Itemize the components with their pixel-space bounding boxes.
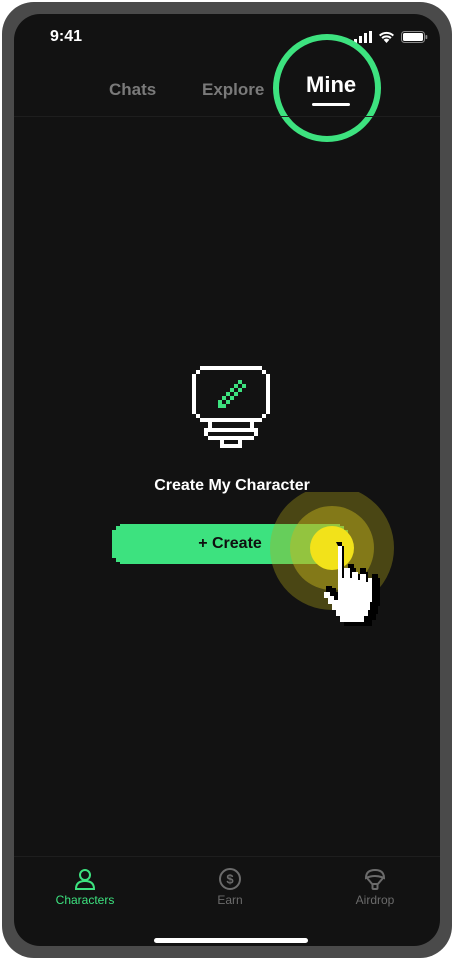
status-bar: 9:41 [14, 14, 440, 64]
tab-highlight-ring [273, 34, 381, 142]
signal-icon [354, 31, 372, 43]
tab-chats[interactable]: Chats [109, 80, 156, 100]
pixel-monitor-pencil-icon [192, 366, 270, 448]
tab-explore[interactable]: Explore [202, 80, 264, 100]
create-button-label: + Create [198, 535, 262, 552]
nav-item-earn[interactable]: $ Earn [175, 867, 285, 907]
tap-gesture-hand-icon [270, 492, 394, 626]
user-icon [74, 869, 96, 890]
bottom-nav: Characters $ Earn Airdrop [14, 857, 440, 917]
nav-item-characters[interactable]: Characters [30, 867, 140, 907]
dollar-coin-icon: $ [219, 868, 241, 890]
create-character-button[interactable]: + Create [112, 524, 348, 564]
app-screen: 9:41 Chats Explore Mine Create My Charac… [14, 14, 440, 946]
parachute-icon [364, 868, 386, 890]
home-indicator [154, 938, 308, 943]
status-icons [354, 31, 428, 43]
status-time: 9:41 [50, 28, 83, 45]
nav-label-airdrop: Airdrop [355, 893, 395, 907]
nav-item-airdrop[interactable]: Airdrop [320, 867, 430, 907]
nav-label-characters: Characters [55, 893, 115, 907]
battery-icon [401, 31, 428, 43]
phone-frame: 9:41 Chats Explore Mine Create My Charac… [2, 2, 452, 958]
svg-text:$: $ [226, 872, 234, 887]
empty-state-title: Create My Character [154, 477, 310, 494]
header-divider [14, 116, 440, 117]
nav-label-earn: Earn [217, 893, 243, 907]
wifi-icon [379, 31, 394, 43]
